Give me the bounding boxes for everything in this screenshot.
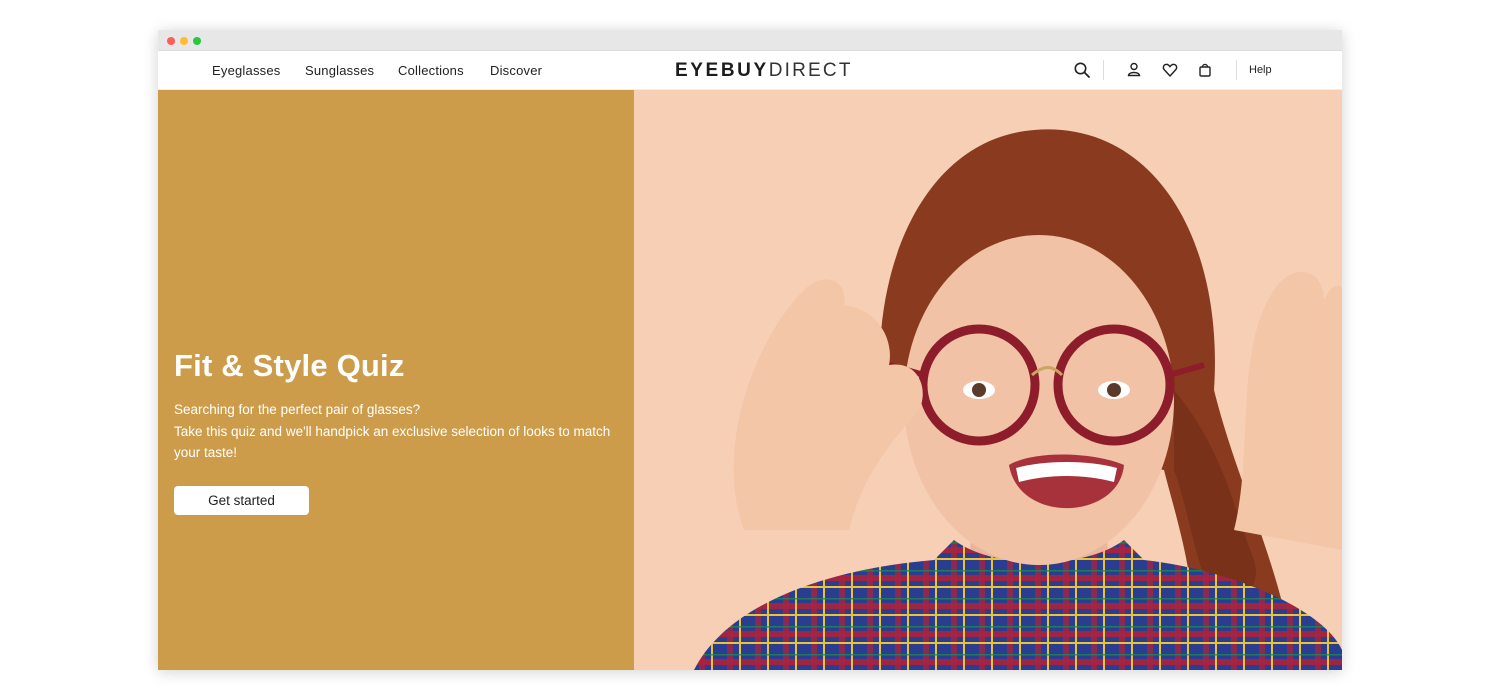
browser-window: Eyeglasses Sunglasses Collections Discov… [158,30,1342,670]
get-started-button[interactable]: Get started [174,486,309,515]
nav-link-eyeglasses[interactable]: Eyeglasses [212,63,280,78]
nav-divider [1103,60,1104,80]
account-icon[interactable] [1125,61,1143,79]
window-titlebar [158,30,1342,51]
smiling-woman-with-glasses-image [694,129,1342,670]
nav-divider [1236,60,1237,80]
wishlist-icon[interactable] [1161,61,1179,79]
nav-link-sunglasses[interactable]: Sunglasses [305,63,374,78]
search-icon[interactable] [1073,61,1091,79]
promo-description-line: Take this quiz and we'll handpick an exc… [174,423,611,461]
site-logo[interactable]: EYEBUYDIRECT [675,60,853,82]
promo-description: Searching for the perfect pair of glasse… [174,399,624,464]
site-header: Eyeglasses Sunglasses Collections Discov… [158,51,1342,90]
help-link[interactable]: Help [1249,64,1272,76]
maximize-window-button[interactable] [193,37,201,45]
promo-title: Fit & Style Quiz [174,348,405,383]
logo-text-light: DIRECT [768,60,853,81]
hero-photo [634,90,1342,670]
quiz-promo-panel: Fit & Style Quiz Searching for the perfe… [158,90,634,670]
promo-description-line: Searching for the perfect pair of glasse… [174,402,421,417]
close-window-button[interactable] [167,37,175,45]
nav-link-collections[interactable]: Collections [398,63,464,78]
nav-link-discover[interactable]: Discover [490,63,542,78]
bag-icon[interactable] [1196,61,1214,79]
logo-text-bold: EYEBUY [675,60,769,81]
minimize-window-button[interactable] [180,37,188,45]
